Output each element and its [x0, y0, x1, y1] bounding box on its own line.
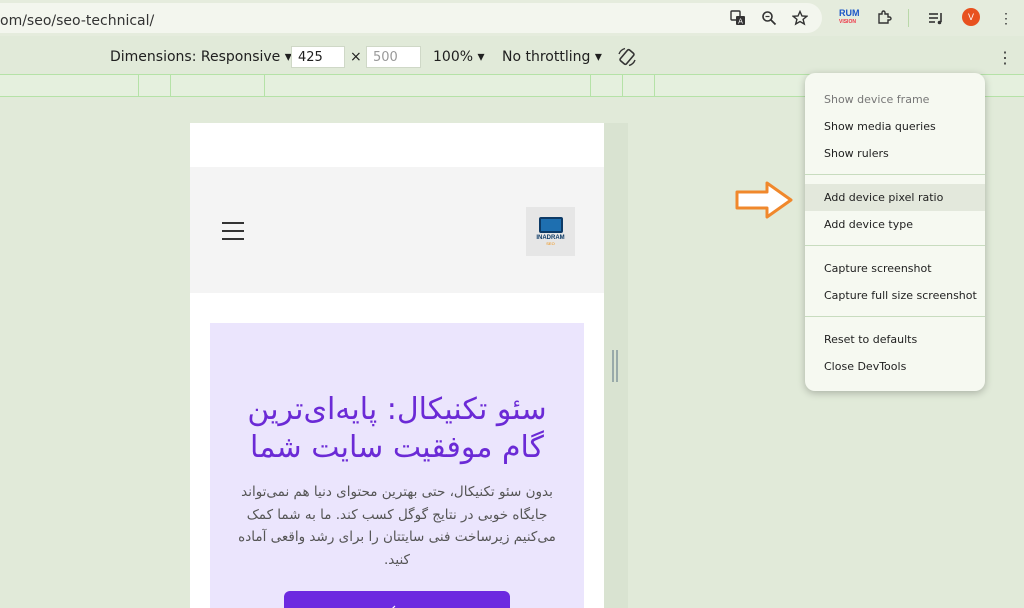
- logo-sub: SEO: [546, 241, 555, 246]
- extensions-puzzle-icon[interactable]: [874, 8, 894, 28]
- device-toolbar-more-icon[interactable]: ⋮: [997, 48, 1013, 68]
- mq-tick: [622, 75, 623, 96]
- mq-tick: [654, 75, 655, 96]
- rum-extension-label: RUM: [839, 8, 860, 18]
- menu-add-device-pixel-ratio[interactable]: Add device pixel ratio: [805, 184, 985, 211]
- menu-separator: [805, 245, 985, 246]
- bookmark-star-icon[interactable]: [790, 8, 810, 28]
- width-input[interactable]: 425: [291, 46, 345, 68]
- toolbar-separator: [908, 9, 909, 27]
- hero-title: سئو تکنیکال: پایه‌ای‌ترین گام موفقیت سای…: [247, 392, 547, 465]
- rum-extension-icon[interactable]: RUM VISION: [839, 9, 860, 27]
- menu-capture-full-size-screenshot[interactable]: Capture full size screenshot: [805, 282, 985, 309]
- url-text[interactable]: om/seo/seo-technical/: [0, 13, 154, 29]
- menu-show-device-frame[interactable]: Show device frame: [805, 86, 985, 113]
- zoom-icon[interactable]: [759, 8, 779, 28]
- rotate-icon[interactable]: [616, 46, 638, 73]
- chrome-menu-icon[interactable]: ⋮: [996, 8, 1016, 28]
- mq-tick: [264, 75, 265, 96]
- rum-extension-sub: VISION: [839, 19, 856, 25]
- viewport-resize-handle[interactable]: [612, 350, 618, 382]
- hero-cta-button[interactable]: ←: [284, 591, 510, 608]
- throttling-dropdown[interactable]: No throttling ▾: [502, 49, 602, 65]
- mq-tick: [590, 75, 591, 96]
- dimension-times: ×: [350, 49, 362, 65]
- orange-arrow-icon: [735, 181, 793, 219]
- menu-show-media-queries[interactable]: Show media queries: [805, 113, 985, 140]
- translate-icon[interactable]: A: [728, 8, 748, 28]
- monitor-icon: [538, 217, 563, 233]
- menu-add-device-type[interactable]: Add device type: [805, 211, 985, 238]
- emulated-viewport[interactable]: INADRAM SEO سئو تکنیکال: پایه‌ای‌ترین گا…: [190, 123, 604, 608]
- menu-close-devtools[interactable]: Close DevTools: [805, 353, 985, 380]
- site-logo[interactable]: INADRAM SEO: [526, 207, 575, 256]
- menu-reset-to-defaults[interactable]: Reset to defaults: [805, 326, 985, 353]
- mq-tick: [170, 75, 171, 96]
- dimensions-dropdown[interactable]: Dimensions: Responsive ▾: [110, 49, 292, 65]
- profile-avatar[interactable]: V: [962, 8, 980, 26]
- menu-separator: [805, 316, 985, 317]
- hero-section: سئو تکنیکال: پایه‌ای‌ترین گام موفقیت سای…: [210, 323, 584, 608]
- menu-show-rulers[interactable]: Show rulers: [805, 140, 985, 167]
- menu-separator: [805, 174, 985, 175]
- omnibox[interactable]: om/seo/seo-technical/: [0, 3, 822, 33]
- hero-text: بدون سئو تکنیکال، حتی بهترین محتوای دنیا…: [238, 484, 556, 568]
- menu-capture-screenshot[interactable]: Capture screenshot: [805, 255, 985, 282]
- address-bar-region: om/seo/seo-technical/ A RUM VISION V ⋮: [0, 0, 1024, 36]
- site-header: INADRAM SEO: [190, 167, 604, 293]
- zoom-dropdown[interactable]: 100% ▾: [433, 49, 485, 65]
- svg-text:A: A: [738, 18, 743, 26]
- height-input[interactable]: 500: [366, 46, 421, 68]
- mq-tick: [138, 75, 139, 96]
- device-toolbar: Dimensions: Responsive ▾ 425 × 500 100% …: [0, 40, 1024, 74]
- device-toolbar-menu: Show device frame Show media queries Sho…: [805, 73, 985, 391]
- media-queue-icon[interactable]: [926, 8, 946, 28]
- hamburger-menu-icon[interactable]: [222, 222, 244, 240]
